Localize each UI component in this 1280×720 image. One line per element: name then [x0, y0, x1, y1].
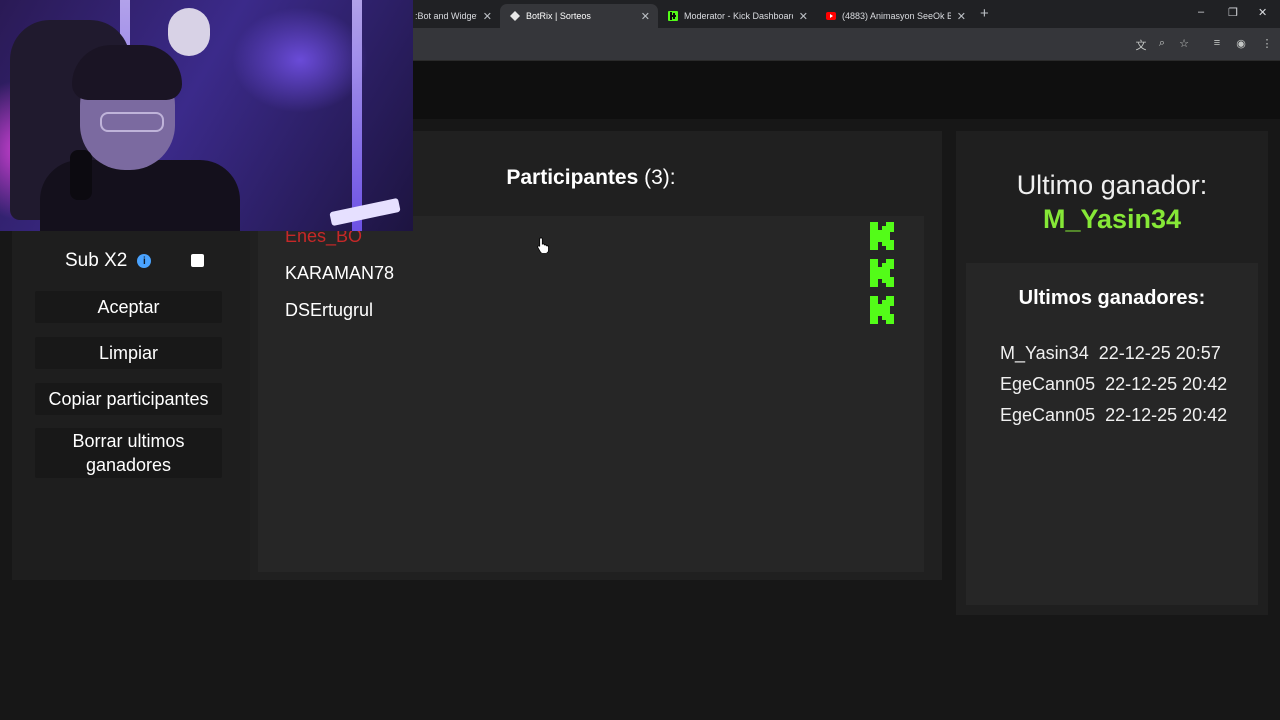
sub-x2-option: Sub X2 i	[65, 248, 152, 274]
delete-winners-button[interactable]: Borrar ultimos ganadores	[35, 428, 222, 478]
skull-decoration	[168, 8, 210, 56]
keyboard	[329, 197, 401, 227]
tab-title: Moderator - Kick Dashboard	[684, 11, 793, 21]
last-winner-label: Ultimo ganador:	[1016, 170, 1208, 200]
bookmark-star-icon[interactable]: ☆	[1177, 37, 1191, 50]
close-icon[interactable]: ✕	[957, 10, 966, 23]
sub-x2-checkbox[interactable]	[191, 254, 204, 267]
tab-kick-dashboard[interactable]: Moderator - Kick Dashboard ✕	[658, 4, 816, 28]
participant-name: KARAMAN78	[285, 263, 395, 283]
winner-name: EgeCann05	[1000, 374, 1096, 394]
participants-title: Participantes	[506, 166, 639, 189]
kick-favicon-icon	[668, 11, 678, 21]
winner-date: 22-12-25 20:42	[1105, 374, 1228, 394]
sub-x2-label: Sub X2	[65, 250, 128, 271]
copy-participants-button[interactable]: Copiar participantes	[35, 383, 222, 415]
tab-title: (4883) Animasyon SeeOk Bölüm	[842, 11, 951, 21]
youtube-favicon-icon	[826, 12, 836, 20]
clear-button[interactable]: Limpiar	[35, 337, 222, 369]
participant-row[interactable]: DSErtugrul	[285, 294, 905, 328]
zoom-icon[interactable]: ⌕	[1155, 37, 1169, 50]
translate-icon[interactable]: 文	[1134, 37, 1148, 53]
info-icon[interactable]: i	[137, 254, 152, 268]
close-window-button[interactable]: ✕	[1258, 6, 1267, 19]
profile-icon[interactable]: ◉	[1234, 37, 1248, 50]
streamer-hair	[72, 45, 182, 100]
close-icon[interactable]: ✕	[799, 10, 808, 23]
participant-name: DSErtugrul	[285, 300, 374, 320]
tab-bot-and-widgets[interactable]: :Bot and Widgets ✕	[405, 4, 500, 28]
participants-list: Enes_BO KARAMAN78 DSErtugrul	[258, 216, 924, 572]
hand-cursor-icon	[537, 237, 549, 253]
tab-youtube-video[interactable]: (4883) Animasyon SeeOk Bölüm ✕	[816, 4, 974, 28]
last-winner-name: M_Yasin34	[1042, 204, 1182, 234]
recent-winners-box	[966, 263, 1258, 605]
restore-button[interactable]: ❐	[1228, 6, 1238, 19]
participants-count: (3):	[644, 166, 676, 189]
winner-name: EgeCann05	[1000, 405, 1096, 425]
kick-icon	[870, 296, 894, 324]
microphone	[70, 150, 92, 200]
new-tab-button[interactable]: +	[980, 5, 989, 22]
tab-title: :Bot and Widgets	[415, 11, 477, 21]
media-control-icon[interactable]: ≡	[1210, 37, 1224, 49]
winner-row: M_Yasin34 22-12-25 20:57	[1000, 343, 1221, 364]
participant-row[interactable]: KARAMAN78	[285, 257, 905, 291]
led-light	[352, 0, 362, 231]
more-menu-icon[interactable]: ⋮	[1260, 37, 1274, 50]
accept-button[interactable]: Aceptar	[35, 291, 222, 323]
close-icon[interactable]: ✕	[641, 10, 650, 23]
webcam-overlay	[0, 0, 413, 231]
recent-winners-title: Ultimos ganadores:	[1018, 287, 1206, 309]
winner-name: M_Yasin34	[1000, 343, 1089, 363]
winner-date: 22-12-25 20:57	[1098, 343, 1221, 363]
close-icon[interactable]: ✕	[483, 10, 492, 23]
kick-icon	[870, 222, 894, 250]
botrix-favicon-icon	[510, 11, 520, 21]
minimize-button[interactable]: –	[1198, 6, 1204, 18]
tab-title: BotRix | Sorteos	[526, 11, 591, 21]
winner-row: EgeCann05 22-12-25 20:42	[1000, 374, 1227, 395]
winner-row: EgeCann05 22-12-25 20:42	[1000, 405, 1227, 426]
tab-botrix-sorteos[interactable]: BotRix | Sorteos ✕	[500, 4, 658, 28]
glasses	[100, 112, 164, 132]
kick-icon	[870, 259, 894, 287]
winner-date: 22-12-25 20:42	[1105, 405, 1228, 425]
